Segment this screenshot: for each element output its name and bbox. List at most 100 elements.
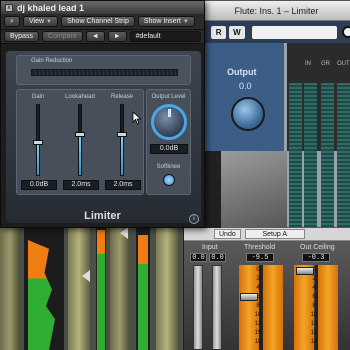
flute-limiter-window: Flute: Ins. 1 – Limiter R W put Output 0… [169, 0, 350, 233]
gain-slider-thumb[interactable] [33, 139, 43, 145]
logic-limiter-plugin: Undo Setup A Input Threshold Out Ceiling… [183, 228, 350, 350]
limiter-panel: Gain Reduction Gain Lookahead Release 0.… [6, 51, 201, 223]
output-level-value[interactable]: 0.0dB [150, 144, 188, 154]
level-meter [337, 83, 350, 233]
level-meter [304, 83, 317, 233]
show-insert-menu[interactable]: Show Insert ▼ [137, 16, 195, 27]
output-knob[interactable] [231, 97, 265, 131]
bypass-button[interactable]: Bypass [4, 31, 39, 42]
gain-slider-fill [37, 143, 39, 175]
flute-window-toolbar: R W [181, 21, 350, 43]
chevron-down-icon: ▼ [182, 19, 189, 25]
plugin-preset-row: Bypass Compare ◄ ► #default [1, 30, 204, 44]
plugin-titlebar[interactable]: x dj khaled lead 1 [1, 1, 204, 14]
fader-thumb-icon[interactable] [120, 227, 128, 239]
compare-button[interactable]: Compare [41, 31, 83, 42]
level-meter [321, 83, 334, 233]
flute-window-titlebar[interactable]: Flute: Ins. 1 – Limiter [181, 1, 350, 21]
meter-strip [136, 225, 150, 350]
threshold-scale: 0 2 4 6 8 10 12 15 18 [248, 267, 268, 350]
scale-tick: 2 [312, 276, 316, 282]
chevron-down-icon: ▼ [46, 19, 52, 25]
scale-tick: 2 [256, 276, 260, 282]
scale-tick: 4 [256, 285, 260, 291]
meter-header-out: OUT [337, 61, 350, 67]
threshold-thumb[interactable] [240, 293, 258, 301]
preset-selector[interactable]: #default [129, 31, 201, 42]
meter-strip [96, 225, 106, 350]
power-icon[interactable] [342, 26, 350, 38]
lookahead-label: Lookahead [65, 94, 95, 100]
gain-reduction-section: Gain Reduction [16, 55, 191, 85]
plugin-footer: Limiter i [1, 204, 204, 228]
lookahead-slider-thumb[interactable] [75, 132, 85, 138]
scale-tick: 8 [312, 303, 316, 309]
output-level-label: Output Level [151, 94, 186, 100]
gain-label: Gain [31, 94, 45, 100]
softknee-toggle[interactable] [163, 174, 175, 186]
ceiling-scale: 0 2 4 6 8 10 12 15 18 [304, 267, 324, 350]
level-meter [289, 83, 302, 233]
view-menu[interactable]: View ▼ [23, 16, 58, 27]
gain-reduction-meter [31, 69, 178, 76]
previous-preset-button[interactable]: ◄ [85, 31, 105, 42]
input-value-left: 0.0 [190, 253, 207, 262]
next-preset-button[interactable]: ► [107, 31, 127, 42]
out-ceiling-label: Out Ceiling [300, 244, 335, 251]
view-menu-label: View [29, 18, 45, 25]
read-automation-button[interactable]: R [211, 25, 227, 39]
meter-header-gr: GR [321, 61, 330, 67]
output-section: Output Level 0.0dB Softknee [146, 89, 191, 195]
lookahead-slider[interactable] [75, 104, 85, 176]
scale-tick: 15 [254, 330, 262, 336]
plugin-menu-row: ⌕ View ▼ Show Channel Strip Show Insert ▼ [1, 14, 204, 30]
meter-header-in: IN [305, 61, 311, 67]
mixer-strips-area [0, 225, 185, 350]
threshold-value: -9.5 [246, 253, 274, 262]
info-icon[interactable]: i [189, 214, 199, 224]
release-slider[interactable] [117, 104, 127, 176]
undo-button[interactable]: Undo [214, 229, 241, 239]
show-channel-strip-button[interactable]: Show Channel Strip [61, 16, 135, 27]
lookahead-slider-fill [79, 136, 81, 175]
flute-meters-panel: IN GR OUT [287, 43, 350, 233]
flute-window-title: Flute: Ins. 1 – Limiter [234, 5, 319, 16]
lookahead-value[interactable]: 2.0ms [63, 180, 99, 190]
mouse-cursor-icon [132, 111, 142, 125]
setup-selector[interactable]: Setup A [244, 229, 305, 239]
link-icon[interactable]: ⌕ [4, 16, 20, 27]
gain-reduction-label: Gain Reduction [31, 58, 73, 64]
release-slider-thumb[interactable] [117, 132, 127, 138]
scale-tick: 18 [310, 339, 318, 345]
preset-field[interactable] [251, 25, 338, 39]
input-label: Input [202, 244, 218, 251]
logic-controls: Input Threshold Out Ceiling 0.0 0.0 -9.5… [184, 241, 350, 350]
release-value[interactable]: 2.0ms [105, 180, 141, 190]
output-level-knob[interactable] [151, 104, 187, 140]
scale-tick: 6 [312, 294, 316, 300]
release-slider-fill [121, 136, 123, 175]
scale-tick: 12 [254, 321, 262, 327]
gain-slider[interactable] [33, 104, 43, 176]
fader-thumb-icon[interactable] [82, 270, 90, 282]
write-automation-button[interactable]: W [229, 25, 245, 39]
scale-tick: 8 [256, 303, 260, 309]
scale-tick: 0 [256, 267, 260, 273]
fader-strip [156, 225, 178, 350]
ceiling-thumb[interactable] [296, 267, 314, 275]
input-fader-left[interactable] [193, 265, 203, 350]
knob-indicator [168, 109, 171, 117]
limiter-plugin-window: x dj khaled lead 1 ⌕ View ▼ Show Channel … [0, 0, 205, 228]
close-icon[interactable]: x [5, 3, 13, 12]
background-image [221, 151, 287, 229]
fader-strip [110, 225, 130, 350]
input-fader-right[interactable] [212, 265, 222, 350]
show-insert-label: Show Insert [143, 18, 181, 25]
gain-value[interactable]: 0.0dB [21, 180, 57, 190]
meter-strip [24, 225, 64, 350]
output-knob-value: 0.0 [239, 81, 252, 91]
scale-tick: 10 [254, 312, 262, 318]
plugin-window-title: dj khaled lead 1 [17, 2, 85, 13]
time-controls-section: Gain Lookahead Release 0.0dB 2.0ms 2.0ms [16, 89, 144, 195]
plugin-brand-name: Limiter [84, 210, 121, 222]
